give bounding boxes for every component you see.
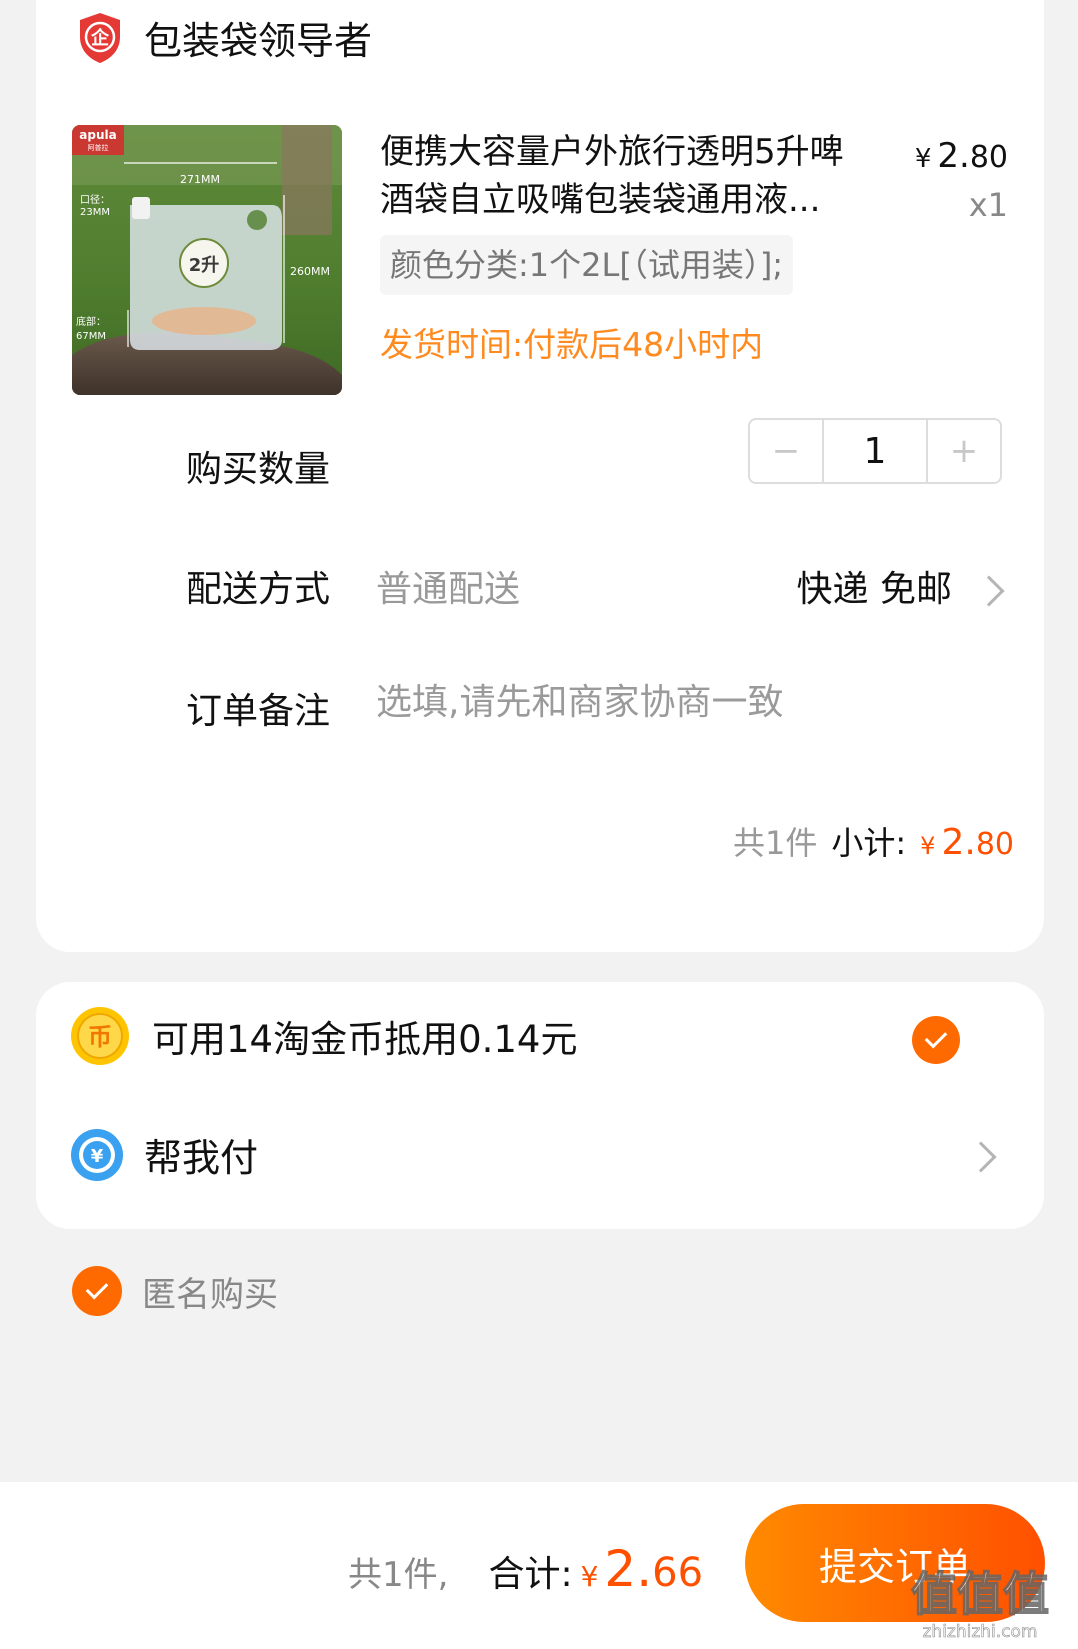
ship-time: 发货时间:付款后48小时内	[380, 325, 764, 364]
subtotal-count: 共1件	[733, 824, 818, 862]
product-sku[interactable]: 颜色分类:1个2L[（试用装）];	[380, 235, 794, 295]
note-label: 订单备注	[186, 691, 331, 732]
order-total: 共1件, 合计: ¥ 2. 66	[348, 1540, 703, 1598]
coin-text: 可用14淘金币抵用0.14元	[152, 1018, 578, 1061]
bottom-bar: 共1件, 合计: ¥ 2. 66 提交订单 值值值 zhizhizhi.com	[0, 1482, 1078, 1649]
shop-header[interactable]: 企 包装袋领导者	[76, 10, 372, 65]
product-price: ¥ 2. 80	[915, 136, 1008, 176]
anonymous-text: 匿名购买	[142, 1274, 278, 1315]
discount-card: 币 可用14淘金币抵用0.14元 ¥ 帮我付	[36, 982, 1044, 1229]
qty-minus-button[interactable]: −	[750, 420, 822, 482]
coin-row[interactable]: 币 可用14淘金币抵用0.14元	[70, 1006, 577, 1066]
image-height: 260MM	[290, 265, 330, 278]
image-bottom-size: 67MM	[76, 331, 106, 342]
subtotal: 共1件 小计: ¥ 2. 80	[733, 818, 1014, 864]
help-icon-text: ¥	[91, 1146, 104, 1167]
watermark-sub: zhizhizhi.com	[923, 1622, 1038, 1642]
watermark-text: 值值值	[911, 1567, 1049, 1621]
delivery-option[interactable]: 快递 免邮	[797, 560, 952, 612]
help-pay-chevron-icon[interactable]	[965, 1141, 997, 1173]
subtotal-int: 2.	[941, 822, 976, 863]
delivery-chevron-icon[interactable]	[973, 575, 1005, 607]
purchase-qty-label: 购买数量	[186, 449, 331, 490]
image-capacity: 2升	[189, 255, 220, 276]
product-photo: 2升 271MM 260MM 口径： 23MM 底部： 67MM apula 阿…	[72, 125, 342, 395]
subtotal-price: ¥ 2. 80	[920, 822, 1014, 863]
quantity-stepper: − 1 +	[748, 418, 1002, 484]
product-price-cents: 80	[969, 140, 1008, 175]
total-label: 合计:	[488, 1554, 573, 1595]
help-pay-row[interactable]: ¥ 帮我付	[70, 1127, 258, 1182]
order-note-input[interactable]	[376, 682, 976, 723]
anonymous-check-icon[interactable]	[72, 1266, 122, 1316]
help-pay-icon: ¥	[71, 1128, 123, 1181]
subtotal-yen: ¥	[920, 832, 936, 860]
qty-plus-button[interactable]: +	[928, 420, 1000, 482]
order-shop-card: 企 包装袋领导者 2升 271MM 260MM 口径： 23MM 底部： 67M…	[36, 0, 1044, 952]
product-price-yen: ¥	[914, 144, 932, 174]
help-pay-text: 帮我付	[144, 1136, 259, 1180]
image-mouth-size: 23MM	[80, 207, 110, 218]
total-count: 共1件,	[348, 1555, 449, 1595]
total-int: 2.	[604, 1540, 653, 1598]
gold-coin-icon: 币	[71, 1007, 129, 1065]
watermark-logo: 值值值 zhizhizhi.com	[910, 1566, 1050, 1642]
product-price-int: 2.	[937, 136, 970, 176]
subtotal-label: 小计:	[831, 824, 907, 862]
image-bottom: 底部：	[76, 315, 106, 328]
shop-name[interactable]: 包装袋领导者	[144, 10, 372, 65]
shop-badge-text: 企	[90, 27, 110, 49]
image-mouth: 口径：	[80, 193, 110, 206]
image-width: 271MM	[180, 173, 220, 186]
product-image[interactable]: 2升 271MM 260MM 口径： 23MM 底部： 67MM apula 阿…	[72, 125, 342, 395]
shop-badge-icon: 企	[80, 12, 120, 63]
anonymous-purchase[interactable]: 匿名购买	[72, 1266, 278, 1316]
coin-icon-text: 币	[88, 1023, 112, 1051]
total-cents: 66	[652, 1550, 704, 1596]
qty-value[interactable]: 1	[822, 420, 928, 482]
product-title[interactable]: 便携大容量户外旅行透明5升啤酒袋自立吸嘴包装袋通用液...	[380, 128, 860, 224]
coin-check-icon[interactable]	[912, 1016, 960, 1064]
delivery-method: 普通配送	[376, 569, 521, 610]
total-yen: ¥	[580, 1560, 599, 1593]
subtotal-cents: 80	[975, 827, 1014, 862]
image-brand-sub: 阿普拉	[88, 143, 109, 152]
image-brand: apula	[79, 128, 116, 142]
product-quantity: x1	[968, 186, 1008, 224]
delivery-label: 配送方式	[186, 569, 331, 610]
